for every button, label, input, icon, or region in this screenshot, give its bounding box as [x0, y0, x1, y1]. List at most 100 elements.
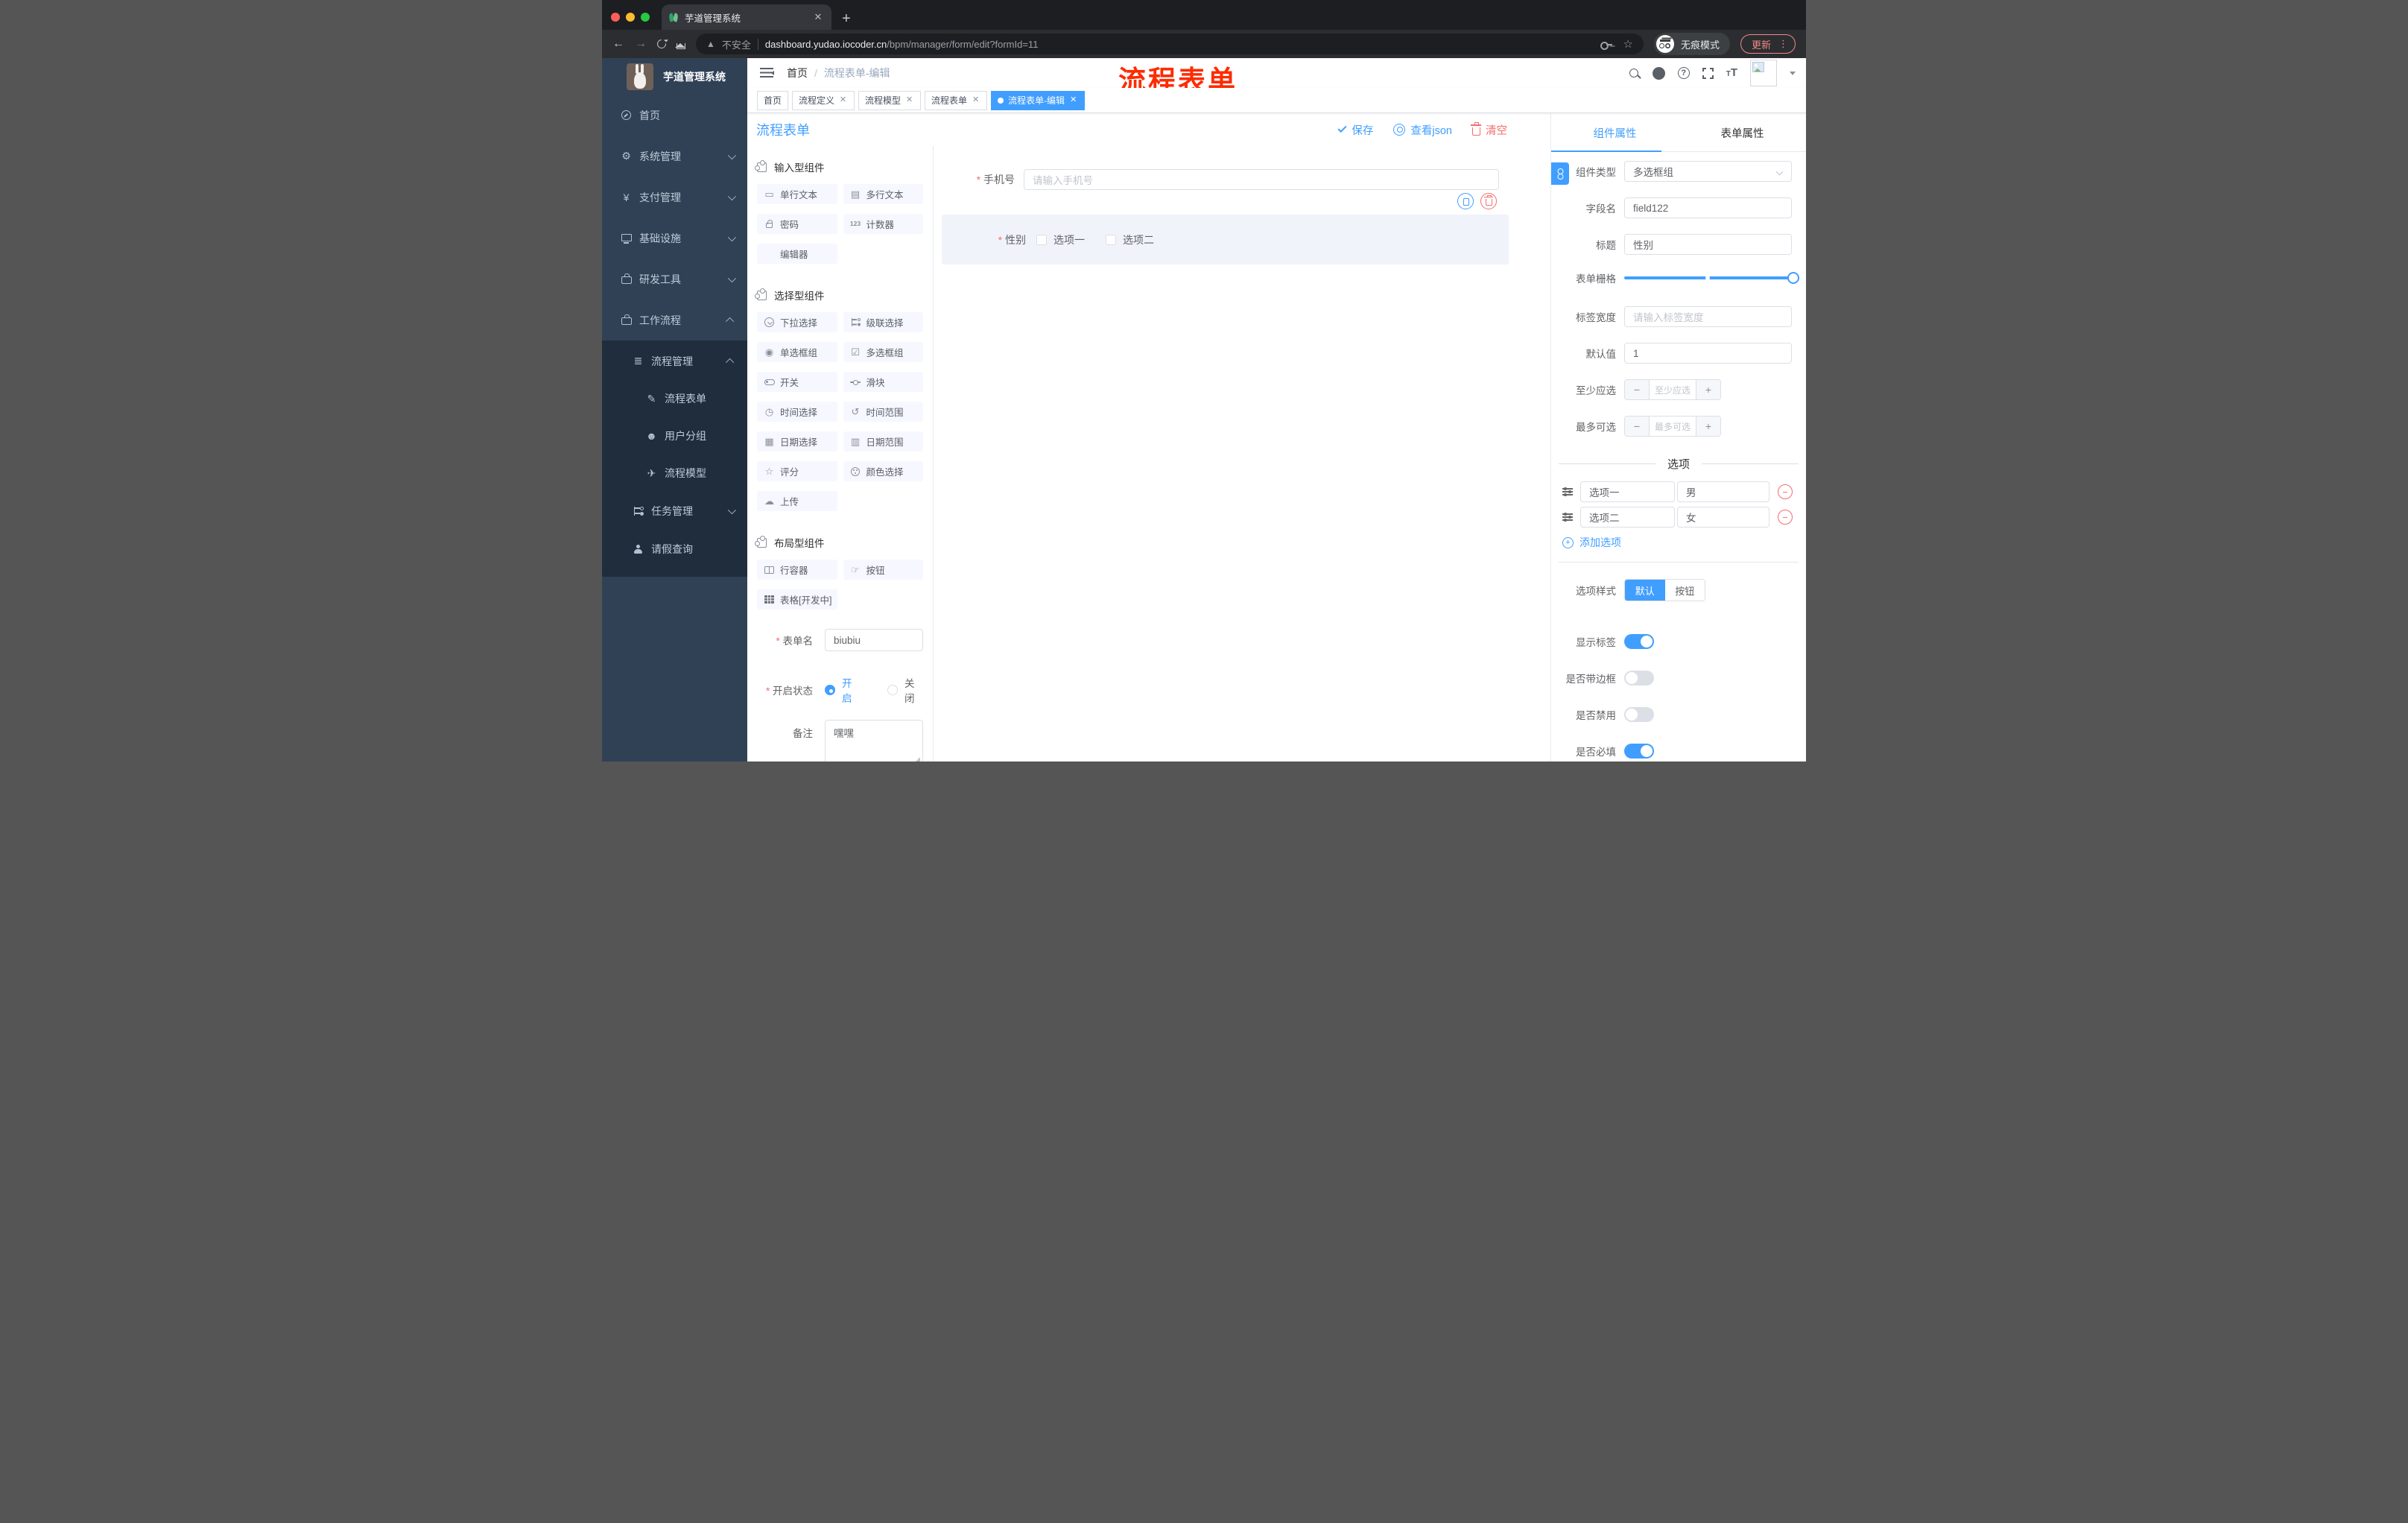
browser-tab[interactable]: 芋道管理系统 ✕	[662, 4, 831, 30]
tag-home[interactable]: 首页	[757, 90, 789, 110]
style-button-button[interactable]: 按钮	[1664, 580, 1705, 601]
drag-handle-icon[interactable]	[1562, 487, 1573, 495]
required-toggle[interactable]	[1624, 744, 1654, 759]
sidebar-item-process-model[interactable]: ✈ 流程模型	[602, 455, 747, 492]
component-password[interactable]: 密码	[757, 214, 837, 234]
component-rate[interactable]: ☆ 评分	[757, 461, 837, 481]
tab-form-props[interactable]: 表单属性	[1679, 113, 1806, 152]
security-label[interactable]: 不安全	[722, 37, 751, 51]
url-text[interactable]: dashboard.yudao.iocoder.cn/bpm/manager/f…	[765, 39, 1039, 50]
fullscreen-icon[interactable]	[1702, 67, 1714, 79]
tab-close-icon[interactable]: ✕	[812, 11, 824, 23]
disabled-toggle[interactable]	[1624, 707, 1654, 722]
reload-icon[interactable]	[655, 37, 668, 51]
field-name-input[interactable]: field122	[1624, 197, 1792, 218]
sidebar-item-payment[interactable]: ¥ 支付管理	[602, 177, 747, 218]
sidebar-item-home[interactable]: 首页	[602, 95, 747, 136]
drag-handle-icon[interactable]	[1562, 513, 1573, 521]
form-remark-textarea[interactable]: 嘿嘿	[825, 720, 923, 762]
save-button[interactable]: 保存	[1337, 122, 1373, 138]
new-tab-button[interactable]: +	[842, 11, 851, 26]
component-type-select[interactable]: 多选框组	[1624, 161, 1792, 182]
component-select[interactable]: 下拉选择	[757, 312, 837, 332]
component-multi-text[interactable]: ▤ 多行文本	[843, 184, 923, 204]
component-cascader[interactable]: 级联选择	[843, 312, 923, 332]
tag-process-form-edit[interactable]: 流程表单-编辑 ✕	[991, 90, 1086, 110]
component-table[interactable]: 表格[开发中]	[757, 589, 837, 609]
label-width-input[interactable]: 请输入标签宽度	[1624, 306, 1792, 327]
minimize-window-button[interactable]	[626, 13, 635, 22]
tag-process-form[interactable]: 流程表单 ✕	[925, 90, 988, 110]
sidebar-item-leave-query[interactable]: 请假查询	[602, 530, 747, 568]
increase-button[interactable]: +	[1696, 380, 1720, 399]
browser-update-button[interactable]: 更新 ⋮	[1740, 34, 1796, 54]
collapse-sidebar-icon[interactable]	[760, 68, 774, 78]
close-icon[interactable]: ✕	[838, 95, 848, 105]
remove-option-button[interactable]: −	[1778, 484, 1793, 499]
radio-on[interactable]	[825, 685, 835, 695]
phone-input[interactable]: 请输入手机号	[1024, 169, 1499, 190]
checkbox[interactable]	[1036, 234, 1047, 245]
close-window-button[interactable]	[611, 13, 620, 22]
password-key-icon[interactable]	[1600, 41, 1612, 50]
avatar[interactable]	[1750, 60, 1777, 86]
tag-process-definition[interactable]: 流程定义 ✕	[792, 90, 855, 110]
component-time-picker[interactable]: ◷ 时间选择	[757, 402, 837, 422]
component-checkbox-group[interactable]: ☑ 多选框组	[843, 342, 923, 362]
sidebar-item-devtools[interactable]: 研发工具	[602, 259, 747, 300]
component-upload[interactable]: ☁ 上传	[757, 491, 837, 511]
form-canvas[interactable]: 手机号 请输入手机号 性别 选项一 选项二	[934, 146, 1550, 762]
option-1-value-input[interactable]: 男	[1677, 481, 1769, 502]
sidebar-item-infra[interactable]: 基础设施	[602, 218, 747, 259]
delete-component-button[interactable]	[1480, 193, 1497, 209]
component-time-range[interactable]: ↺ 时间范围	[843, 402, 923, 422]
sidebar-item-task-mgmt[interactable]: 任务管理	[602, 492, 747, 530]
font-size-icon[interactable]: TT	[1726, 67, 1737, 80]
sidebar-item-process-mgmt[interactable]: ≣ 流程管理	[602, 342, 747, 380]
view-json-button[interactable]: 查看json	[1393, 122, 1452, 138]
min-select-input[interactable]: 至少应选	[1655, 384, 1691, 396]
tab-component-props[interactable]: 组件属性	[1551, 113, 1679, 152]
increase-button[interactable]: +	[1696, 417, 1720, 436]
form-name-input[interactable]: biubiu	[825, 629, 923, 651]
component-date-range[interactable]: ▥ 日期范围	[843, 431, 923, 452]
component-single-text[interactable]: ▭ 单行文本	[757, 184, 837, 204]
address-bar[interactable]: ▲ 不安全 dashboard.yudao.iocoder.cn/bpm/man…	[696, 34, 1644, 54]
clear-button[interactable]: 清空	[1471, 122, 1507, 138]
copy-component-button[interactable]	[1457, 193, 1474, 209]
component-editor[interactable]: 编辑器	[757, 244, 837, 264]
close-icon[interactable]: ✕	[904, 95, 914, 105]
radio-off[interactable]	[887, 685, 898, 695]
gender-option-2[interactable]: 选项二	[1106, 232, 1154, 247]
component-slider[interactable]: 滑块	[843, 372, 923, 392]
link-tag[interactable]	[1551, 162, 1569, 185]
component-button[interactable]: ☞ 按钮	[843, 560, 923, 580]
canvas-field-gender-selected[interactable]: 性别 选项一 选项二	[942, 215, 1509, 265]
breadcrumb-home[interactable]: 首页	[787, 66, 808, 80]
radio-off-label[interactable]: 关闭	[904, 675, 923, 705]
sidebar-item-user-group[interactable]: ☻ 用户分组	[602, 417, 747, 455]
tag-process-model[interactable]: 流程模型 ✕	[858, 90, 922, 110]
max-select-input[interactable]: 最多可选	[1655, 420, 1691, 433]
component-color-picker[interactable]: 颜色选择	[843, 461, 923, 481]
github-icon[interactable]	[1652, 66, 1665, 80]
back-icon[interactable]: ←	[612, 38, 624, 50]
bookmark-star-icon[interactable]: ☆	[1623, 39, 1633, 50]
sidebar-item-workflow[interactable]: 工作流程	[602, 300, 747, 341]
search-icon[interactable]	[1629, 69, 1638, 77]
forward-icon[interactable]: →	[635, 38, 647, 50]
radio-on-label[interactable]: 开启	[842, 675, 861, 705]
decrease-button[interactable]: −	[1625, 417, 1650, 436]
sidebar-item-system[interactable]: ⚙ 系统管理	[602, 136, 747, 177]
default-value-input[interactable]: 1	[1624, 343, 1792, 364]
close-icon[interactable]: ✕	[1068, 95, 1078, 105]
home-icon[interactable]	[675, 42, 685, 49]
add-option-button[interactable]: + 添加选项	[1562, 535, 1806, 550]
sidebar-logo[interactable]: 芋道管理系统	[602, 58, 747, 95]
border-toggle[interactable]	[1624, 671, 1654, 685]
sidebar-item-process-form[interactable]: ✎ 流程表单	[602, 380, 747, 417]
remove-option-button[interactable]: −	[1778, 510, 1793, 525]
canvas-field-phone[interactable]: 手机号 请输入手机号	[934, 169, 1550, 190]
grid-slider[interactable]	[1624, 272, 1799, 284]
slider-handle[interactable]	[1787, 272, 1799, 284]
